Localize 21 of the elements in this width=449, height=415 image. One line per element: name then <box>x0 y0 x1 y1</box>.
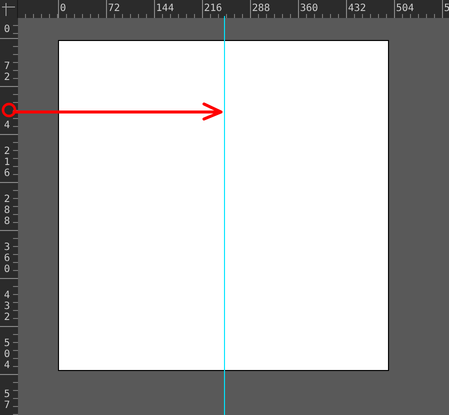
crosshair-icon <box>2 2 15 16</box>
ruler-label: 57 <box>4 389 10 411</box>
ruler-label: 144 <box>156 3 176 14</box>
guide-line[interactable] <box>224 16 225 415</box>
ruler-label: 288 <box>4 194 10 227</box>
ruler-label: 0 <box>4 24 10 35</box>
ruler-label: 0 <box>60 3 68 14</box>
circle-annotation <box>2 102 16 118</box>
ruler-label: 72 <box>4 61 10 83</box>
ruler-label: 504 <box>4 338 10 371</box>
ruler-label: 4 <box>4 120 10 131</box>
ruler-label: 504 <box>396 3 416 14</box>
ruler-label: 288 <box>252 3 272 14</box>
ruler-label: 216 <box>204 3 224 14</box>
ruler-label: 360 <box>300 3 320 14</box>
ruler-label: 216 <box>4 146 10 179</box>
ruler-label: 5 <box>444 3 449 14</box>
ruler-label: 72 <box>108 3 122 14</box>
ruler-label: 360 <box>4 242 10 275</box>
ruler-label: 432 <box>348 3 368 14</box>
ruler-label: 432 <box>4 290 10 323</box>
